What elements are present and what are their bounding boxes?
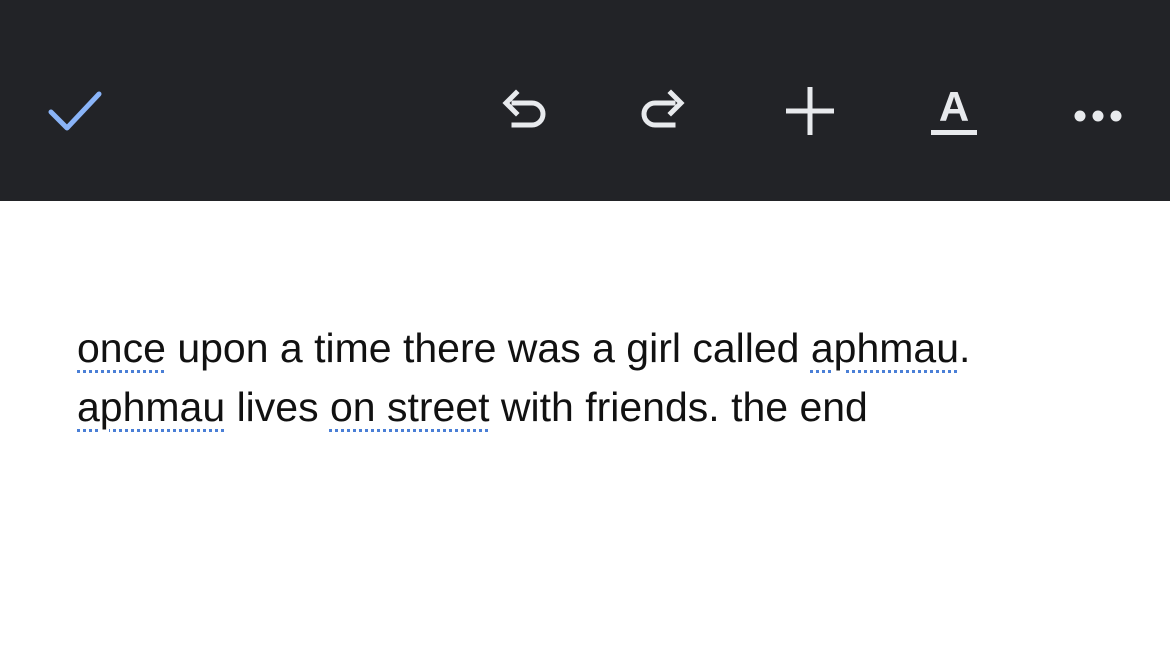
text-run: lives: [225, 384, 330, 430]
check-icon: [48, 91, 102, 131]
more-horizontal-icon: [1074, 110, 1122, 122]
redo-icon: [641, 89, 685, 128]
done-button[interactable]: [38, 77, 108, 147]
insert-button[interactable]: [775, 76, 845, 146]
document-canvas[interactable]: once upon a time there was a girl called…: [0, 201, 1170, 672]
misspelled-word[interactable]: on street: [330, 384, 490, 430]
undo-icon: [502, 89, 546, 128]
document-line-1: once upon a time there was a girl called…: [77, 319, 1097, 378]
misspelled-word[interactable]: once: [77, 325, 166, 371]
format-glyph: A: [939, 83, 969, 130]
misspelled-word[interactable]: aphmau: [77, 384, 225, 430]
text-format-button[interactable]: A: [919, 76, 989, 146]
editor-toolbar: A: [0, 0, 1170, 201]
more-options-button[interactable]: [1063, 76, 1133, 146]
text-run: upon a time there was a girl called: [165, 325, 811, 371]
text-run: .: [959, 325, 971, 371]
text-format-icon: A: [931, 83, 977, 135]
misspelled-word[interactable]: aphmau: [811, 325, 959, 371]
document-line-2: aphmau lives on street with friends. the…: [77, 378, 1097, 437]
undo-button[interactable]: [487, 76, 557, 146]
document-body[interactable]: once upon a time there was a girl called…: [77, 319, 1097, 437]
redo-button[interactable]: [630, 76, 700, 146]
text-run: with friends. the end: [489, 384, 868, 430]
plus-icon: [786, 87, 834, 135]
